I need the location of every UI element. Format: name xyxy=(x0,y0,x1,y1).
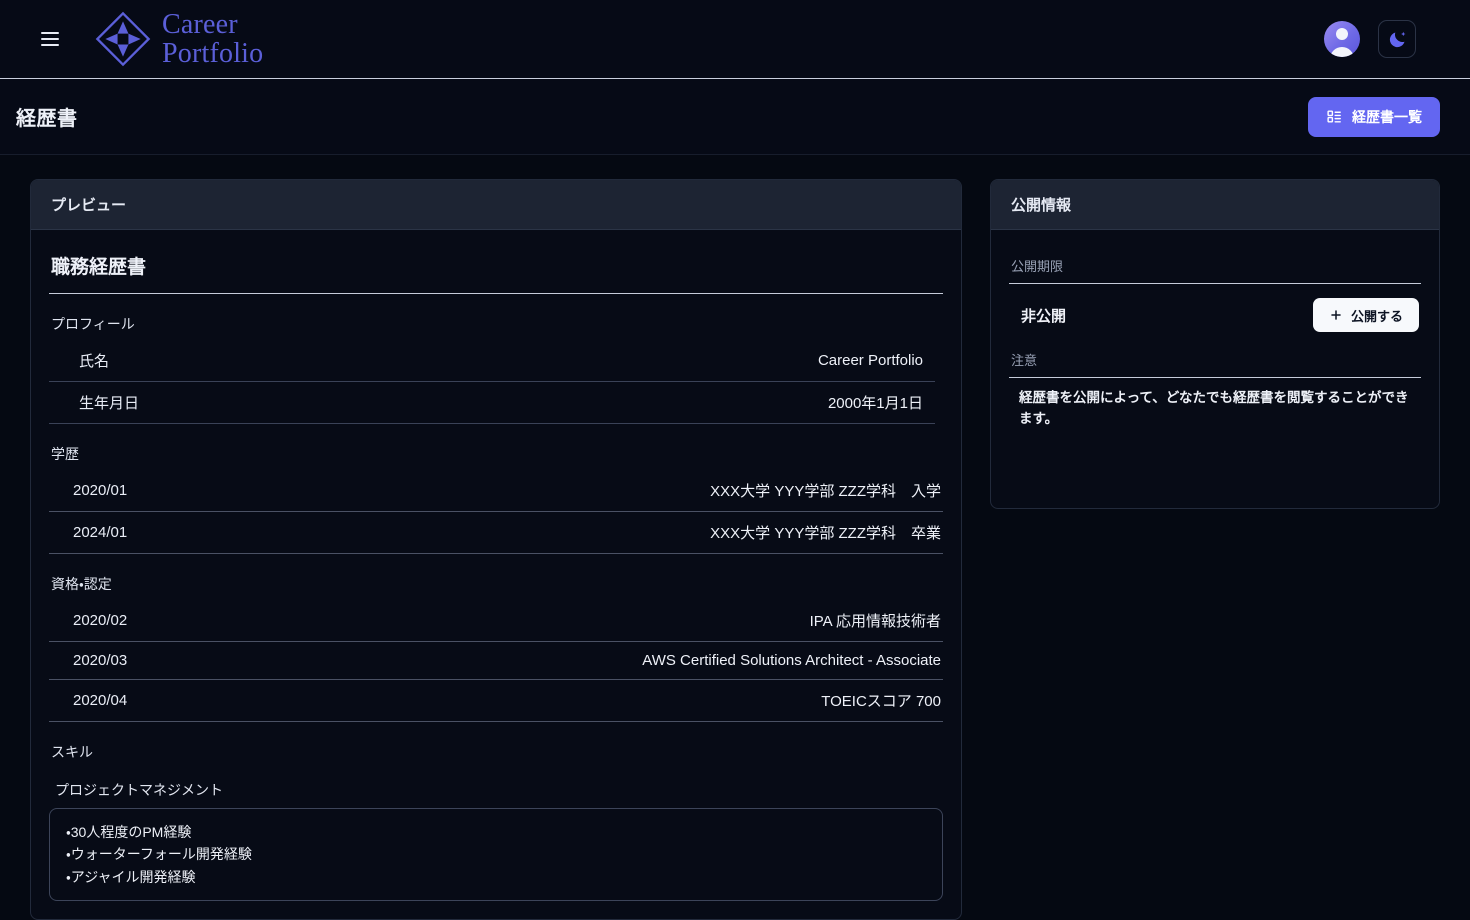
section-label-skills: スキル xyxy=(51,744,93,760)
table-row: 2020/02 IPA 応用情報技術者 xyxy=(49,600,943,642)
section-label-profile: プロフィール xyxy=(51,316,135,332)
skill-item: ・ウォーターフォール開発経験 xyxy=(66,846,252,863)
hamburger-line xyxy=(41,44,59,46)
preview-card: プレビュー 職務経歴書 プロフィール 氏名 Career Portfolio 生… xyxy=(30,179,962,920)
publish-status-row: 非公開 公開する xyxy=(1009,284,1421,346)
page-title: 経歴書 xyxy=(16,108,78,130)
publish-button-label: 公開する xyxy=(1350,308,1403,324)
panel-spacer xyxy=(1009,430,1421,490)
row-key: 2020/03 xyxy=(73,652,128,669)
table-row: 2024/01 XXX大学 YYY学部 ZZZ学科 卒業 xyxy=(49,512,943,554)
row-key: 2024/01 xyxy=(73,524,128,541)
skill-item: ・30人程度のPM経験 xyxy=(66,824,192,840)
main-content: プレビュー 職務経歴書 プロフィール 氏名 Career Portfolio 生… xyxy=(0,155,1470,920)
publish-column: 公開情報 公開期限 非公開 公開する 注意 経歴書を公開によって、どなたでも経歴… xyxy=(990,179,1440,509)
profile-rows: 氏名 Career Portfolio 生年月日 2000年1月1日 xyxy=(49,340,935,424)
hamburger-menu-icon[interactable] xyxy=(36,25,64,53)
brand-title: Career Portfolio xyxy=(162,8,264,69)
plus-icon xyxy=(1331,310,1341,320)
page-header: 経歴書 経歴書一覧 xyxy=(0,79,1470,155)
resume-list-button[interactable]: 経歴書一覧 xyxy=(1308,96,1440,137)
row-value: XXX大学 YYY学部 ZZZ学科 卒業 xyxy=(710,525,941,542)
skill-group-label: プロジェクトマネジメント xyxy=(55,782,223,798)
preview-card-body: 職務経歴書 プロフィール 氏名 Career Portfolio 生年月日 20… xyxy=(31,230,961,919)
table-row: 2020/03 AWS Certified Solutions Architec… xyxy=(49,642,943,680)
publish-button[interactable]: 公開する xyxy=(1312,298,1419,332)
top-navbar: Career Portfolio xyxy=(0,0,1470,79)
skill-box: ・30人程度のPM経験 ・ウォーターフォール開発経験 ・アジャイル開発経験 xyxy=(49,808,943,901)
certification-rows: 2020/02 IPA 応用情報技術者 2020/03 AWS Certifie… xyxy=(49,600,943,722)
row-key: 2020/02 xyxy=(73,612,128,629)
table-row: 2020/01 XXX大学 YYY学部 ZZZ学科 入学 xyxy=(49,470,943,512)
row-value: TOEICスコア 700 xyxy=(821,693,941,710)
brand-line-1: Career xyxy=(162,8,238,40)
table-row: 氏名 Career Portfolio xyxy=(49,340,935,382)
brand-line-2: Portfolio xyxy=(162,38,264,69)
publish-period-label: 公開期限 xyxy=(1009,252,1421,284)
section-label-certifications: 資格・認定 xyxy=(51,576,112,592)
publish-card-body: 公開期限 非公開 公開する 注意 経歴書を公開によって、どなたでも経歴書を閲覧す… xyxy=(991,230,1439,508)
theme-toggle-button[interactable] xyxy=(1378,20,1416,58)
preview-card-title: プレビュー xyxy=(31,180,961,230)
hamburger-line xyxy=(41,32,59,34)
notice-text: 経歴書を公開によって、どなたでも経歴書を閲覧することができます。 xyxy=(1019,390,1409,426)
row-value: AWS Certified Solutions Architect - Asso… xyxy=(642,652,941,669)
publish-status-badge: 非公開 xyxy=(1021,307,1067,325)
diamond-logo-icon xyxy=(95,11,151,67)
row-value: IPA 応用情報技術者 xyxy=(809,613,941,630)
education-rows: 2020/01 XXX大学 YYY学部 ZZZ学科 入学 2024/01 XXX… xyxy=(49,470,943,554)
brand-logo-link[interactable]: Career Portfolio xyxy=(94,8,264,69)
row-key: 生年月日 xyxy=(79,395,140,412)
resume-list-button-label: 経歴書一覧 xyxy=(1352,108,1422,125)
notice-label: 注意 xyxy=(1009,346,1421,378)
user-avatar[interactable] xyxy=(1324,21,1360,57)
preview-column: プレビュー 職務経歴書 プロフィール 氏名 Career Portfolio 生… xyxy=(30,179,962,920)
row-key: 氏名 xyxy=(79,353,110,370)
skill-item: ・アジャイル開発経験 xyxy=(66,868,196,885)
avatar-head xyxy=(1336,28,1348,40)
table-row: 2020/04 TOEICスコア 700 xyxy=(49,680,943,722)
publish-card-title: 公開情報 xyxy=(991,180,1439,230)
row-value: Career Portfolio xyxy=(817,352,923,369)
row-value: XXX大学 YYY学部 ZZZ学科 入学 xyxy=(710,483,941,500)
section-label-education: 学歴 xyxy=(51,446,79,462)
document-title: 職務経歴書 xyxy=(49,252,943,294)
view-list-icon xyxy=(1327,110,1341,123)
table-row: 生年月日 2000年1月1日 xyxy=(49,382,935,424)
row-value: 2000年1月1日 xyxy=(827,395,923,412)
hamburger-line xyxy=(41,38,59,40)
publish-card: 公開情報 公開期限 非公開 公開する 注意 経歴書を公開によって、どなたでも経歴… xyxy=(990,179,1440,509)
row-key: 2020/01 xyxy=(73,482,128,499)
navbar-actions xyxy=(1324,20,1448,58)
avatar-body xyxy=(1330,47,1354,57)
row-key: 2020/04 xyxy=(73,692,128,709)
moon-icon xyxy=(1389,31,1405,47)
